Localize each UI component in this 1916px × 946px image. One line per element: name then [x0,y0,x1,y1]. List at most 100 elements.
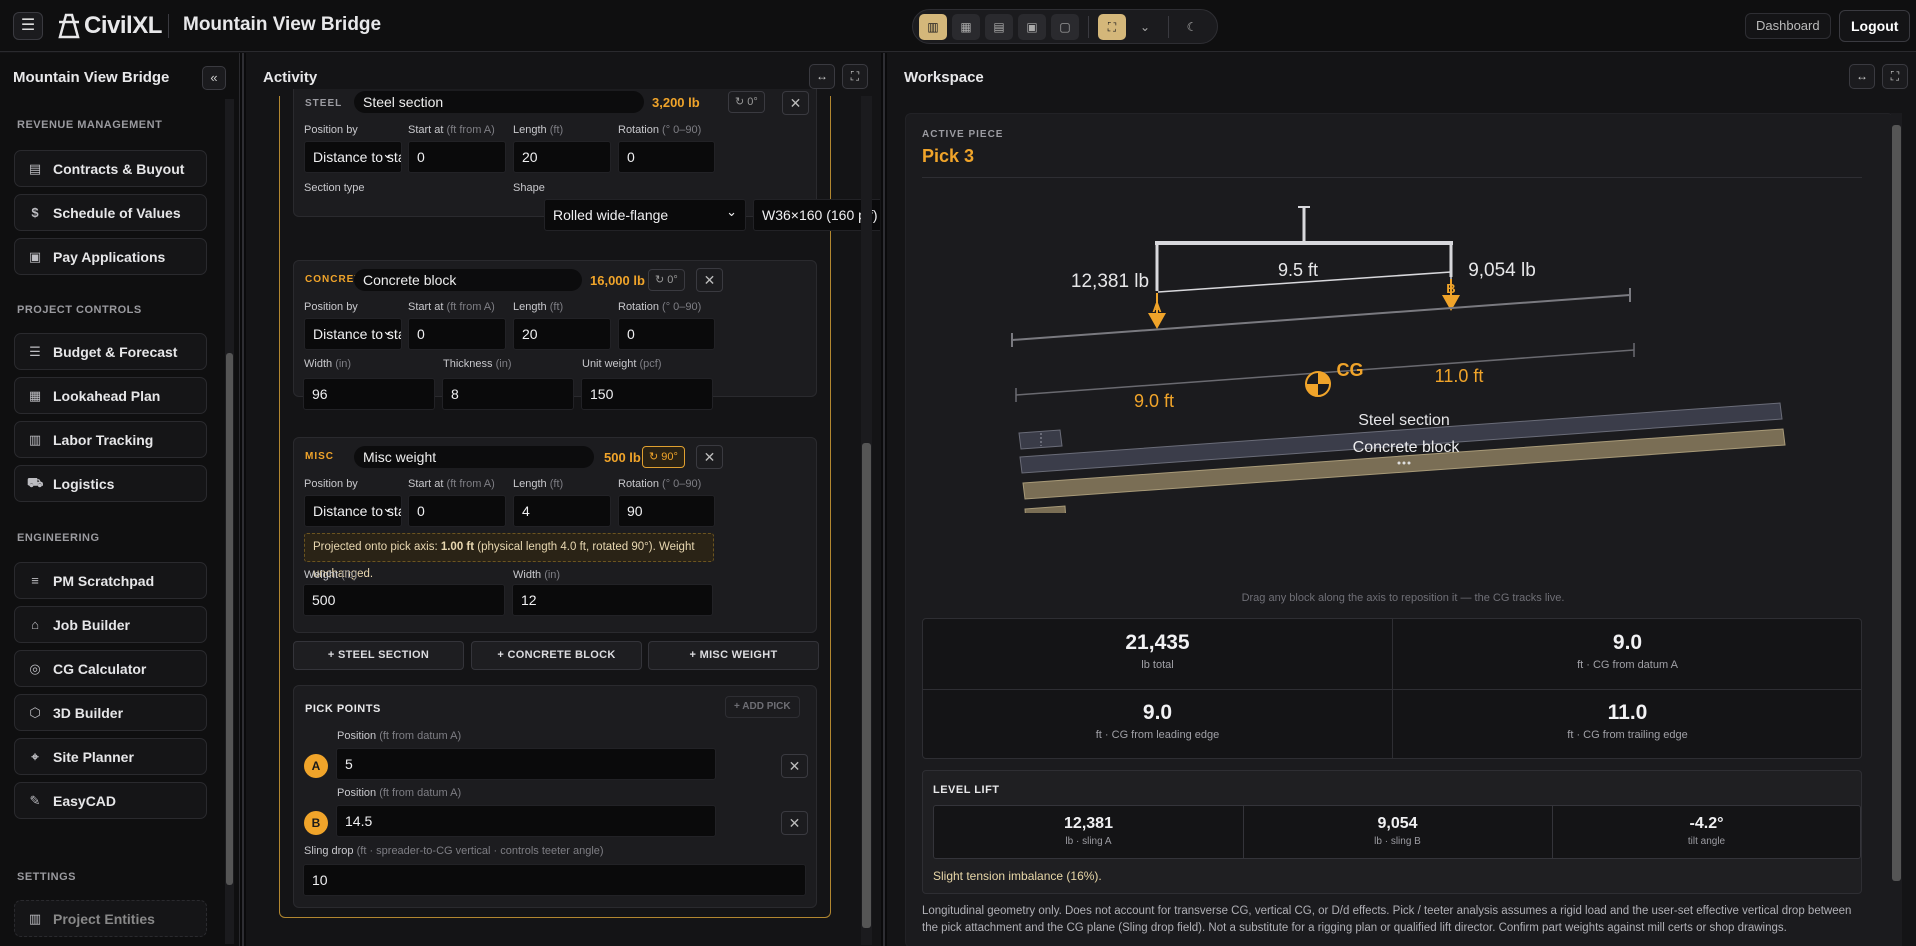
concrete-remove-button[interactable]: ✕ [696,268,723,292]
sidebar-item-3d-builder[interactable]: ⬡ 3D Builder [14,694,207,731]
remove-pick-a-button[interactable]: ✕ [781,754,808,778]
misc-block-shape-2 [1024,505,1066,513]
target-icon: ◎ [29,660,41,676]
sidebar-item-label: 3D Builder [53,704,124,721]
menu-icon[interactable]: ☰ [13,12,43,40]
misc-rotation-input[interactable]: 90 [618,495,715,527]
expand-horizontal-icon[interactable]: ↔ [809,64,835,89]
logout-button[interactable]: Logout [1839,10,1911,42]
fullscreen-icon[interactable]: ⛶ [1882,64,1908,89]
misc-weight-input[interactable]: 500 [303,584,505,616]
add-steel-section-button[interactable]: + STEEL SECTION [293,641,464,670]
sidebar-item-pay-applications[interactable]: ▣ Pay Applications [14,238,207,275]
add-misc-weight-button[interactable]: + MISC WEIGHT [648,641,819,670]
concrete-thickness-input[interactable]: 8 [442,378,574,410]
steel-remove-button[interactable]: ✕ [782,91,809,115]
pick-a-marker: A [1152,300,1162,315]
moon-icon[interactable]: ☾ [1178,14,1206,40]
misc-length-input[interactable]: 4 [513,495,611,527]
panel-divider[interactable] [240,53,246,946]
layout-columns-icon[interactable]: ▦ [952,13,980,40]
dashboard-button[interactable]: Dashboard [1745,13,1831,39]
concrete-position-by-label: Position by [304,301,358,313]
pick-a-position-label: Position (ft from datum A) [337,730,462,742]
misc-position-by-select[interactable]: Distance to start [304,495,402,527]
rigging-diagram[interactable]: 9.5 ft 12,381 lb 9,054 lb A B 9.0 ft 11.… [922,183,1862,513]
sidebar-scrollbar-thumb[interactable] [226,353,233,885]
concrete-rotate-button[interactable]: ↻ 0° [648,269,685,291]
calendar-icon: ▦ [28,387,42,403]
section-settings: SETTINGS [17,871,77,883]
concrete-width-input[interactable]: 96 [303,378,435,410]
steel-name-input[interactable]: Steel section [354,91,644,113]
layout-split-icon[interactable]: ▥ [919,13,947,40]
section-type-select[interactable]: Rolled wide-flange [544,199,746,231]
activity-scrollbar-thumb[interactable] [862,443,871,928]
tilt-angle: -4.2° tilt angle [1687,815,1726,847]
sidebar-item-cg-calculator[interactable]: ◎ CG Calculator [14,650,207,687]
add-concrete-block-button[interactable]: + CONCRETE BLOCK [471,641,642,670]
sidebar-item-job-builder[interactable]: ⌂ Job Builder [14,606,207,643]
fullscreen-icon[interactable]: ⛶ [1098,13,1126,40]
concrete-weight: 16,000 lb [590,273,645,288]
sidebar-item-site-planner[interactable]: ⌖ Site Planner [14,738,207,775]
sidebar-item-label: Lookahead Plan [53,387,161,404]
workspace-scrollbar-thumb[interactable] [1892,125,1901,881]
sidebar-item-scratchpad[interactable]: ≡ PM Scratchpad [14,562,207,599]
steel-rotate-button[interactable]: ↻ 0° [728,91,765,113]
concrete-position-by-select[interactable]: Distance to start [304,318,402,350]
sidebar-item-contracts[interactable]: ▤ Contracts & Buyout [14,150,207,187]
panel-divider[interactable] [881,53,887,946]
steel-card: STEEL Steel section 3,200 lb ↻ 0° ✕ Posi… [293,89,817,217]
concrete-start-input[interactable]: 0 [408,318,506,350]
misc-name-input[interactable]: Misc weight [354,446,594,468]
sidebar-item-logistics[interactable]: ⛟ Logistics [14,465,207,502]
misc-width-input[interactable]: 12 [512,584,713,616]
steel-length-input[interactable]: 20 [513,141,611,173]
layout-panel-icon[interactable]: ▣ [1018,13,1046,40]
pick-a-position-input[interactable]: 5 [336,748,716,780]
sidebar-item-label: EasyCAD [53,792,117,809]
cube-icon: ⬡ [29,704,41,720]
sidebar-item-budget[interactable]: ☰ Budget & Forecast [14,333,207,370]
concrete-unit-weight-label: Unit weight (pcf) [582,358,662,370]
sidebar-item-schedule-of-values[interactable]: $ Schedule of Values [14,194,207,231]
concrete-unit-weight-input[interactable]: 150 [581,378,713,410]
layout-wide-icon[interactable]: ▤ [985,13,1013,40]
sling-a-tension: 12,381 lb · sling A [1064,815,1113,847]
logo[interactable]: CivilXL [58,11,162,41]
sidebar-item-label: Site Planner [53,748,134,765]
concrete-rotation-input[interactable]: 0 [618,318,715,350]
steel-start-input[interactable]: 0 [408,141,506,173]
sidebar-item-label: PM Scratchpad [53,572,155,589]
level-lift-card: LEVEL LIFT 12,381 lb · sling A 9,054 lb · … [922,770,1862,894]
steel-position-by-select[interactable]: Distance to start [304,141,402,173]
layout-single-icon[interactable]: ▢ [1051,13,1079,40]
concrete-start-label: Start at (ft from A) [408,301,495,313]
load-a-label: 12,381 lb [1071,271,1149,292]
level-lift-title: LEVEL LIFT [933,784,1000,796]
sidebar-item-lookahead[interactable]: ▦ Lookahead Plan [14,377,207,414]
steel-position-by-label: Position by [304,124,358,136]
expand-horizontal-icon[interactable]: ↔ [1849,64,1875,89]
pencil-icon: ✎ [29,792,41,808]
sling-drop-input[interactable]: 10 [303,864,806,896]
pick-b-position-input[interactable]: 14.5 [336,805,716,837]
misc-remove-button[interactable]: ✕ [696,445,723,469]
concrete-length-input[interactable]: 20 [513,318,611,350]
remove-pick-b-button[interactable]: ✕ [781,811,808,835]
add-pick-button[interactable]: + ADD PICK [725,696,800,718]
fullscreen-icon[interactable]: ⛶ [842,64,868,89]
pick-b-badge: B [304,811,328,835]
cg-label: CG [1337,360,1364,380]
sidebar-item-easycad[interactable]: ✎ EasyCAD [14,782,207,819]
sling-drop-label: Sling drop (ft · spreader-to-CG vertical… [304,845,604,857]
sidebar-item-labor[interactable]: ▥ Labor Tracking [14,421,207,458]
misc-rotate-button[interactable]: ↻ 90° [642,446,685,468]
collapse-sidebar-button[interactable]: « [202,66,226,90]
steel-rotation-input[interactable]: 0 [618,141,715,173]
concrete-name-input[interactable]: Concrete block [354,269,582,291]
chevron-down-icon[interactable]: ⌄ [1131,14,1159,40]
sidebar-item-project-entities[interactable]: ▥ Project Entities [14,900,207,937]
misc-start-input[interactable]: 0 [408,495,506,527]
